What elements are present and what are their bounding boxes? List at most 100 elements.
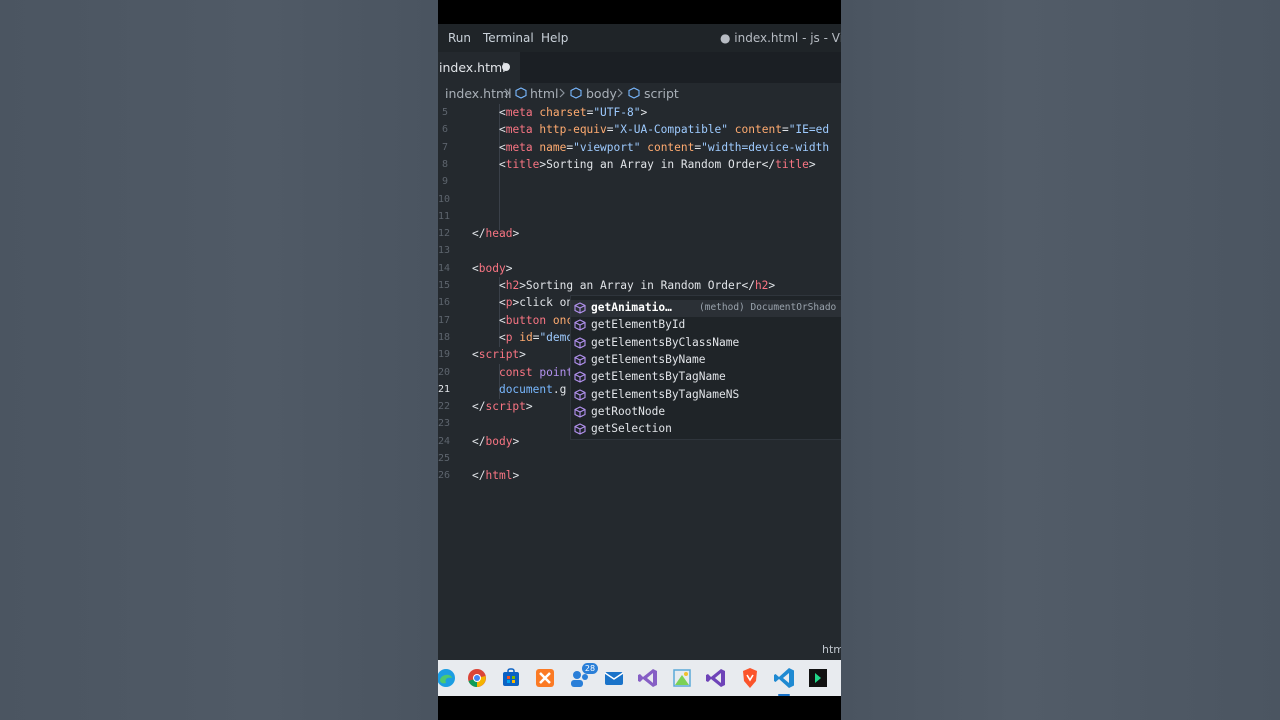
code-token: > [768,279,776,292]
window-title: ● index.html - js - Visual S [720,31,841,45]
code-token: > [512,434,520,448]
code-token: html [485,469,513,483]
line-number: 15 [438,280,451,291]
menu-item-terminal[interactable]: Terminal [483,31,534,45]
code-token: name [539,140,567,154]
code-token: < [472,348,479,362]
menu-item-run[interactable]: Run [448,31,471,45]
code-token: "IE=ed [788,123,830,137]
line-number: 16 [438,297,451,309]
code-line: <meta name="viewport" content="width=dev… [472,141,829,154]
line-number: 23 [438,418,451,430]
element-icon [570,87,582,99]
pycharm-icon[interactable] [806,666,830,690]
file-manager-icon[interactable] [670,666,694,690]
chevron-right-icon [617,88,623,98]
suggestion-label: getSelection [591,422,672,436]
vscode-window: Run Terminal Help ● index.html - js - Vi… [438,0,841,720]
code-token: id [519,330,533,344]
code-token: > [640,106,648,119]
suggestion-item[interactable]: getElementsByTagNameNS [571,387,841,404]
suggestion-label: getRootNode [591,404,666,418]
suggestion-item[interactable]: getSelection [571,421,841,438]
vscode-taskbar-button[interactable] [772,666,796,696]
code-token: >Sorting an Array in Random Order</ [519,279,755,292]
suggestion-label: getElementById [591,318,686,332]
chevron-right-icon [559,88,565,98]
suggestion-item[interactable]: getElementsByTagName [571,369,841,386]
code-line: <body> [472,262,512,275]
code-token: body [485,434,513,448]
code-token: < [498,140,506,154]
code-line: <title>Sorting an Array in Random Order<… [472,158,816,171]
line-number: 22 [438,401,451,413]
code-token: body [478,261,506,275]
code-token: meta [505,123,533,137]
chrome-icon[interactable] [465,666,489,690]
code-line: </html> [472,469,519,482]
code-token: < [498,330,506,344]
breadcrumb-html[interactable]: html [530,86,558,101]
code-token: content [734,123,782,137]
code-line: </body> [472,435,519,448]
code-token: "viewport" [573,140,641,154]
suggestion-label: getAnimatio… [591,301,672,314]
code-token: .g [552,382,567,396]
code-token: < [498,296,506,310]
mail-icon[interactable] [602,666,626,690]
code-token: h2 [754,279,769,292]
people-app-button[interactable]: 28 [568,663,598,690]
tab-index-html[interactable]: index.html [438,52,520,84]
unsaved-dot-icon[interactable] [502,63,510,71]
code-token: h2 [505,279,520,292]
video-letterbox-right [841,0,1280,720]
breadcrumb-body[interactable]: body [586,86,617,101]
code-token: title [775,157,809,171]
line-number: 25 [438,453,451,464]
visual-studio-alt-icon[interactable] [704,666,728,690]
code-token: = [606,123,614,137]
line-number: 6 [441,124,448,136]
suggestion-item[interactable]: getElementById [571,317,841,334]
line-number: 24 [438,435,451,447]
code-token: "X-UA-Compatible" [613,123,729,137]
xampp-icon[interactable] [533,666,557,690]
visual-studio-icon[interactable] [636,666,660,690]
method-cube-icon [574,371,586,383]
code-token: head [485,227,513,241]
line-number: 14 [438,262,451,274]
method-cube-icon [574,354,586,366]
line-number: 7 [441,141,448,153]
autocomplete-suggest-widget[interactable]: getAnimatio… (method) DocumentOrShado getE… [570,295,841,440]
breadcrumb-script[interactable]: script [644,86,679,101]
code-token: </ [472,227,486,241]
code-token: > [525,400,533,414]
code-line: </script> [472,400,533,413]
code-token: content [647,140,695,154]
suggestion-label: getElementsByTagNameNS [591,387,740,401]
language-mode[interactable]: htm [822,643,841,656]
breadcrumb: index.html html body script [438,83,841,104]
suggestion-item[interactable]: getElementsByName [571,352,841,369]
store-icon[interactable] [499,666,523,690]
suggestion-item[interactable]: getElementsByClassName [571,335,841,352]
line-number: 26 [438,470,451,482]
suggestion-item[interactable]: getRootNode [571,404,841,421]
edge-icon[interactable] [438,666,458,690]
line-number: 13 [438,245,451,257]
code-token: < [498,123,506,137]
method-cube-icon [574,406,586,418]
code-token: "width=device-width [701,140,830,154]
suggestion-item[interactable]: getAnimatio… (method) DocumentOrShado [571,300,841,317]
code-token: title [505,157,540,171]
code-token: >Sorting an Array in Random Order</ [539,157,776,171]
menu-item-help[interactable]: Help [541,31,568,45]
brave-icon[interactable] [738,666,762,690]
method-cube-icon [574,319,586,331]
method-cube-icon [574,302,586,314]
